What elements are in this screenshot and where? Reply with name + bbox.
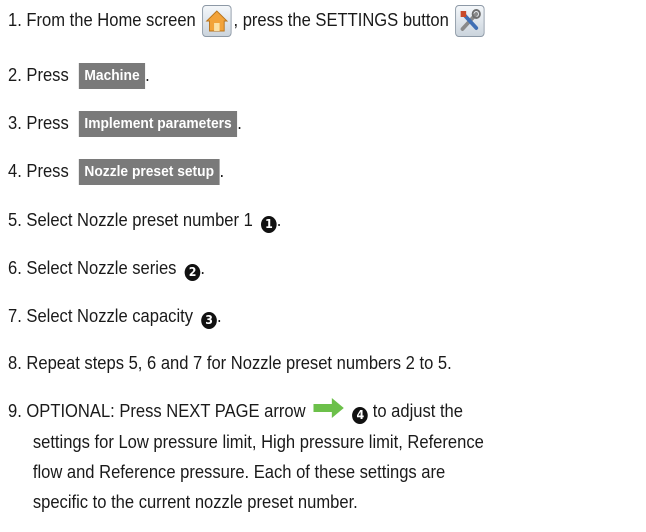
step-3: 3. Press Implement parameters. [8, 108, 242, 138]
step-6-end: . [200, 258, 205, 278]
callout-marker-1: 1 [261, 215, 277, 233]
step-1-text-2: , press the SETTINGS button [233, 10, 449, 30]
step-4-end: . [219, 161, 225, 181]
next-page-arrow-icon [313, 397, 345, 427]
step-5: 5. Select Nozzle preset number 1 1. [8, 205, 281, 235]
settings-tools-icon [455, 5, 485, 38]
callout-marker-2: 2 [184, 263, 201, 281]
implement-parameters-button: Implement parameters [78, 111, 238, 138]
step-3-text: 3. Press [8, 113, 69, 133]
callout-marker-4: 4 [352, 406, 369, 424]
step-4-text: 4. Press [8, 161, 69, 181]
step-1-text: 1. From the Home screen [8, 10, 196, 30]
step-9-line-1: 9. OPTIONAL: Press NEXT PAGE arrow 4 to … [8, 396, 634, 427]
step-6-text: 6. Select Nozzle series [8, 258, 177, 278]
step-9-line-2: settings for Low pressure limit, High pr… [32, 432, 484, 453]
step-7-end: . [216, 306, 222, 326]
step-8-text: 8. Repeat steps 5, 6 and 7 for Nozzle pr… [8, 353, 452, 373]
callout-marker-3: 3 [201, 311, 217, 329]
step-9: 9. OPTIONAL: Press NEXT PAGE arrow 4 to … [8, 396, 634, 517]
step-6: 6. Select Nozzle series 2. [8, 253, 205, 283]
home-icon [202, 5, 232, 38]
step-8: 8. Repeat steps 5, 6 and 7 for Nozzle pr… [8, 348, 452, 378]
instruction-page: 1. From the Home screen , press the SETT… [0, 0, 646, 532]
machine-button: Machine [78, 63, 146, 90]
step-3-end: . [237, 113, 242, 133]
step-2-text: 2. Press [8, 65, 69, 85]
step-2-end: . [145, 65, 150, 85]
step-1: 1. From the Home screen , press the SETT… [8, 5, 487, 38]
step-5-text: 5. Select Nozzle preset number 1 [8, 210, 253, 230]
step-7: 7. Select Nozzle capacity 3. [8, 301, 222, 331]
nozzle-preset-setup-button: Nozzle preset setup [78, 159, 220, 186]
step-9-line-1-end: to adjust the [372, 401, 463, 421]
step-9-text: 9. OPTIONAL: Press NEXT PAGE arrow [8, 401, 306, 421]
step-9-line-4: specific to the current nozzle preset nu… [32, 492, 358, 513]
step-9-line-3: flow and Reference pressure. Each of the… [32, 462, 446, 483]
step-2: 2. Press Machine. [8, 60, 150, 90]
step-7-text: 7. Select Nozzle capacity [8, 306, 194, 326]
step-4: 4. Press Nozzle preset setup. [8, 156, 224, 186]
step-5-end: . [276, 210, 282, 230]
